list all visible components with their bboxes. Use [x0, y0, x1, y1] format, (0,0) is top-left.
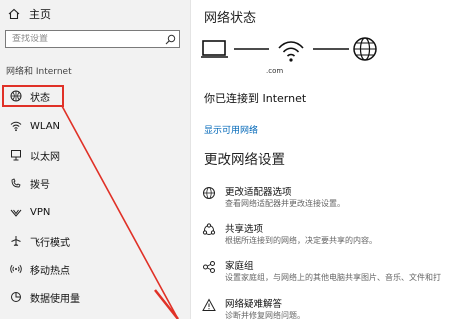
- sidebar-item-label: 拨号: [30, 179, 50, 191]
- settings-sidebar: 主页 网络和 Internet 状态 WLAN 以太网 拨号: [0, 0, 190, 319]
- troubleshoot-warning-icon: [201, 297, 217, 313]
- network-troubleshooter-item[interactable]: 网络疑难解答 诊断并修复网络问题。: [201, 296, 471, 326]
- sidebar-item-ethernet[interactable]: 以太网: [0, 145, 190, 165]
- option-description: 诊断并修复网络问题。: [225, 311, 305, 320]
- sidebar-item-label: 以太网: [30, 151, 60, 163]
- main-content: 网络状态 .com 你已连接到 Internet 显示可用网络 更改网络设置 更…: [191, 0, 473, 320]
- network-name-masked: .com: [266, 67, 284, 75]
- sidebar-item-label: VPN: [30, 206, 51, 218]
- sidebar-item-dialup[interactable]: 拨号: [0, 173, 190, 193]
- ethernet-icon: [10, 149, 22, 161]
- option-description: 根据所连接到的网络，决定要共享的内容。: [225, 236, 377, 245]
- wifi-signal-icon: [278, 41, 304, 62]
- data-usage-icon: [10, 291, 22, 303]
- search-input[interactable]: [6, 34, 161, 44]
- network-diagram: [201, 37, 377, 62]
- search-icon[interactable]: [161, 34, 179, 45]
- dialup-icon: [10, 177, 22, 189]
- vpn-icon: [10, 206, 22, 218]
- hotspot-icon: [10, 263, 22, 275]
- adapter-options-item[interactable]: 更改适配器选项 查看网络适配器并更改连接设置。: [201, 184, 471, 214]
- home-label: 主页: [29, 8, 51, 21]
- sharing-options-item[interactable]: 共享选项 根据所连接到的网络，决定要共享的内容。: [201, 221, 471, 251]
- option-title: 网络疑难解答: [225, 299, 283, 310]
- homegroup-item[interactable]: 家庭组 设置家庭组，与网络上的其他电脑共享图片、音乐、文件和打: [201, 258, 471, 288]
- option-description: 设置家庭组，与网络上的其他电脑共享图片、音乐、文件和打: [225, 273, 441, 282]
- option-title: 共享选项: [225, 224, 264, 235]
- option-title: 家庭组: [225, 261, 254, 272]
- adapter-globe-icon: [201, 185, 217, 201]
- sidebar-item-airplane-mode[interactable]: 飞行模式: [0, 231, 190, 251]
- sidebar-item-label: 数据使用量: [30, 293, 80, 305]
- sidebar-item-hotspot[interactable]: 移动热点: [0, 259, 190, 279]
- sidebar-item-label: 飞行模式: [30, 237, 70, 249]
- sidebar-item-wlan[interactable]: WLAN: [0, 116, 190, 136]
- laptop-icon: [201, 40, 228, 58]
- home-nav-item[interactable]: 主页: [8, 6, 51, 22]
- option-title: 更改适配器选项: [225, 187, 292, 198]
- sidebar-item-data-usage[interactable]: 数据使用量: [0, 287, 190, 307]
- wifi-icon: [10, 120, 22, 132]
- change-network-settings-heading: 更改网络设置: [204, 152, 285, 168]
- airplane-icon: [10, 235, 22, 247]
- home-icon: [8, 8, 20, 20]
- connection-status-text: 你已连接到 Internet: [204, 92, 307, 105]
- homegroup-icon: [201, 259, 217, 275]
- search-box[interactable]: [5, 30, 180, 48]
- highlight-box: [2, 85, 64, 107]
- sharing-icon: [201, 222, 217, 238]
- globe-icon: [353, 37, 377, 61]
- page-title: 网络状态: [204, 11, 257, 26]
- show-available-networks-link[interactable]: 显示可用网络: [204, 123, 258, 136]
- option-description: 查看网络适配器并更改连接设置。: [225, 199, 345, 208]
- section-label: 网络和 Internet: [6, 67, 72, 77]
- sidebar-item-vpn[interactable]: VPN: [0, 202, 190, 222]
- sidebar-item-label: 移动热点: [30, 265, 70, 277]
- sidebar-item-label: WLAN: [30, 120, 61, 132]
